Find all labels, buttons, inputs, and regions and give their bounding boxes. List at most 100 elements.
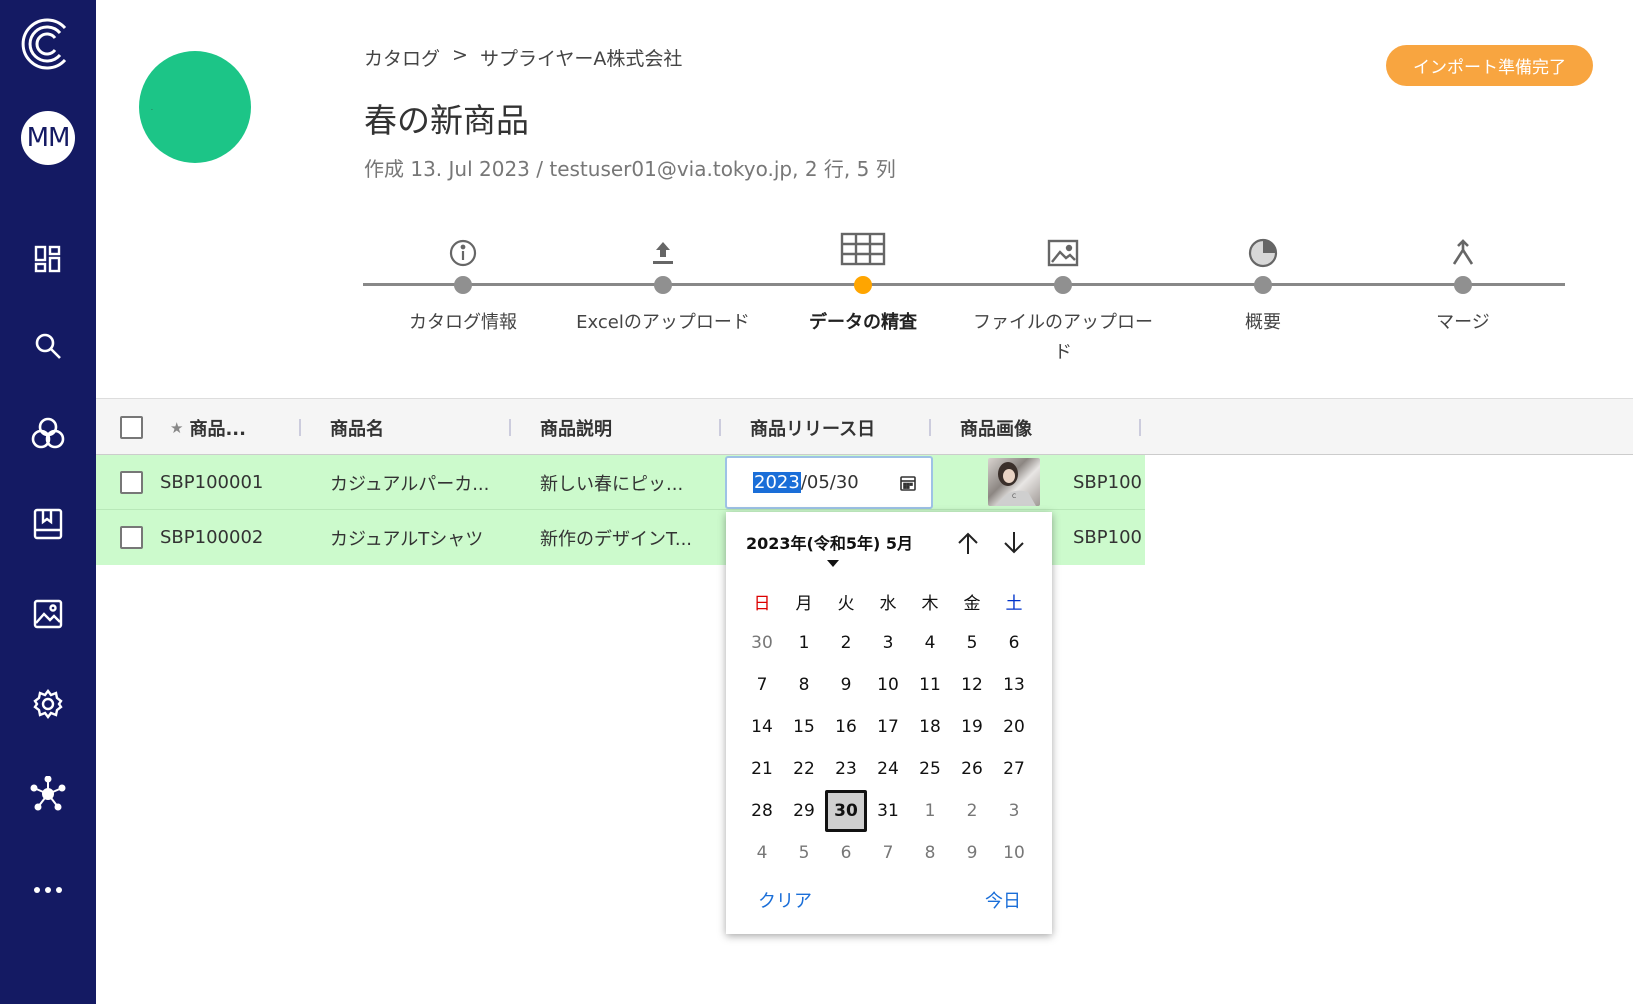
calendar-day[interactable]: 3 — [867, 622, 909, 664]
calendar-day[interactable]: 5 — [951, 622, 993, 664]
release-date-input[interactable]: 2023 /05/30 — [725, 456, 933, 509]
weekday-header: 土 — [1005, 593, 1023, 614]
calendar-icon[interactable] — [899, 474, 917, 497]
calendar-day[interactable]: 3 — [993, 790, 1035, 832]
date-year-segment[interactable]: 2023 — [753, 472, 801, 493]
calendar-day[interactable]: 1 — [909, 790, 951, 832]
date-rest-segment[interactable]: /05/30 — [801, 472, 859, 493]
cell-product-name[interactable]: カジュアルTシャツ — [330, 510, 483, 565]
calendar-day-selected[interactable]: 30 — [825, 790, 867, 832]
arrow-up-icon[interactable] — [953, 528, 983, 558]
calendar-day[interactable]: 7 — [741, 664, 783, 706]
calendar-day[interactable]: 15 — [783, 706, 825, 748]
cell-product-desc[interactable]: 新作のデザインT... — [540, 510, 692, 565]
calendar-day[interactable]: 2 — [825, 622, 867, 664]
row-checkbox[interactable] — [120, 526, 143, 549]
cell-extra[interactable]: SBP100 — [1073, 455, 1145, 510]
calendar-day[interactable]: 20 — [993, 706, 1035, 748]
calendar-day[interactable]: 18 — [909, 706, 951, 748]
step-merge[interactable]: マージ — [1363, 222, 1563, 338]
calendar-day[interactable]: 11 — [909, 664, 951, 706]
app-logo[interactable] — [19, 16, 75, 72]
cell-extra[interactable]: SBP100 — [1073, 510, 1145, 565]
catalog-book-icon[interactable] — [30, 506, 66, 542]
today-button[interactable]: 今日 — [985, 887, 1021, 913]
breadcrumb: カタログ > サプライヤーA株式会社 — [364, 44, 682, 71]
calendar-day[interactable]: 8 — [783, 664, 825, 706]
column-resizer[interactable] — [509, 419, 511, 436]
column-header-product-image[interactable]: 商品画像 — [960, 399, 1032, 456]
calendar-day[interactable]: 4 — [741, 832, 783, 874]
search-icon[interactable] — [30, 328, 66, 364]
column-header-product-id[interactable]: ★ 商品... — [170, 399, 246, 456]
select-all-checkbox[interactable] — [120, 416, 143, 439]
calendar-day[interactable]: 6 — [993, 622, 1035, 664]
connections-icon[interactable] — [30, 416, 66, 452]
calendar-day[interactable]: 10 — [867, 664, 909, 706]
user-avatar[interactable]: MM — [21, 111, 75, 165]
calendar-day[interactable]: 31 — [867, 790, 909, 832]
step-summary[interactable]: 概要 — [1163, 222, 1363, 338]
column-header-product-desc[interactable]: 商品説明 — [540, 399, 612, 456]
calendar-day[interactable]: 1 — [783, 622, 825, 664]
step-label: データの精査 — [809, 312, 917, 333]
calendar-day[interactable]: 9 — [951, 832, 993, 874]
cell-product-desc[interactable]: 新しい春にピッ... — [540, 455, 683, 510]
calendar-day[interactable]: 22 — [783, 748, 825, 790]
calendar-day[interactable]: 24 — [867, 748, 909, 790]
calendar-day[interactable]: 6 — [825, 832, 867, 874]
row-checkbox[interactable] — [120, 471, 143, 494]
calendar-day[interactable]: 4 — [909, 622, 951, 664]
calendar-day[interactable]: 27 — [993, 748, 1035, 790]
chevron-down-icon[interactable] — [827, 560, 839, 567]
dashboard-icon[interactable] — [30, 241, 66, 277]
column-resizer[interactable] — [299, 419, 301, 436]
column-header-release-date[interactable]: 商品リリース日 — [750, 399, 875, 456]
calendar-day[interactable]: 13 — [993, 664, 1035, 706]
calendar-day[interactable]: 7 — [867, 832, 909, 874]
calendar-day[interactable]: 8 — [909, 832, 951, 874]
column-resizer[interactable] — [719, 419, 721, 436]
calendar-day[interactable]: 17 — [867, 706, 909, 748]
more-icon[interactable] — [30, 872, 66, 908]
date-picker-popup: 2023年(令和5年) 5月 日月火水木金土 30 1 2 3 4 5 6 7 8 9 10 11 12 1… — [726, 512, 1052, 934]
calendar-day[interactable]: 30 — [741, 622, 783, 664]
network-icon[interactable] — [30, 776, 66, 812]
step-excel-upload[interactable]: Excelのアップロード — [563, 222, 763, 338]
calendar-day[interactable]: 28 — [741, 790, 783, 832]
calendar-day[interactable]: 26 — [951, 748, 993, 790]
calendar-day[interactable]: 5 — [783, 832, 825, 874]
column-resizer[interactable] — [1139, 419, 1141, 436]
gear-icon[interactable] — [30, 686, 66, 722]
key-star-icon: ★ — [170, 418, 184, 437]
calendar-day[interactable]: 9 — [825, 664, 867, 706]
calendar-day[interactable]: 23 — [825, 748, 867, 790]
calendar-day[interactable]: 25 — [909, 748, 951, 790]
pie-chart-icon — [1163, 230, 1363, 276]
import-ready-button[interactable]: インポート準備完了 — [1386, 45, 1593, 86]
step-catalog-info[interactable]: カタログ情報 — [363, 222, 563, 338]
cell-product-id[interactable]: SBP100002 — [160, 510, 263, 565]
calendar-day[interactable]: 2 — [951, 790, 993, 832]
calendar-day[interactable]: 29 — [783, 790, 825, 832]
calendar-day[interactable]: 12 — [951, 664, 993, 706]
cell-product-name[interactable]: カジュアルパーカ... — [330, 455, 489, 510]
clear-button[interactable]: クリア — [758, 887, 812, 913]
calendar-month-title[interactable]: 2023年(令和5年) 5月 — [746, 530, 913, 554]
calendar-day[interactable]: 10 — [993, 832, 1035, 874]
image-icon[interactable] — [30, 596, 66, 632]
column-header-product-name[interactable]: 商品名 — [330, 399, 384, 456]
calendar-day[interactable]: 16 — [825, 706, 867, 748]
calendar-day[interactable]: 14 — [741, 706, 783, 748]
step-data-review[interactable]: データの精査 — [763, 222, 963, 338]
column-resizer[interactable] — [929, 419, 931, 436]
breadcrumb-catalog[interactable]: カタログ — [364, 44, 440, 71]
step-dot — [454, 276, 472, 294]
product-image-thumbnail[interactable]: C — [988, 458, 1040, 506]
cell-product-id[interactable]: SBP100001 — [160, 455, 263, 510]
arrow-down-icon[interactable] — [999, 528, 1029, 558]
step-file-upload[interactable]: ファイルのアップロー ド — [963, 222, 1163, 368]
calendar-day[interactable]: 19 — [951, 706, 993, 748]
calendar-day[interactable]: 21 — [741, 748, 783, 790]
breadcrumb-supplier[interactable]: サプライヤーA株式会社 — [480, 44, 682, 71]
